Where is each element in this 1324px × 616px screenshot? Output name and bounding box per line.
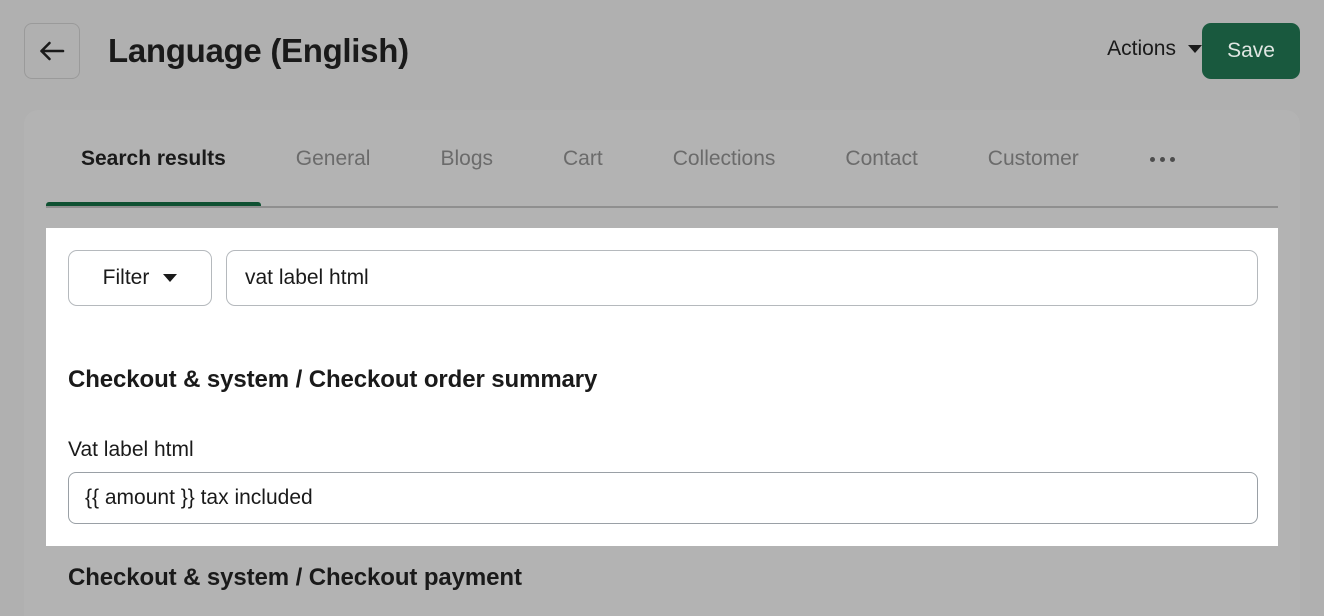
back-button[interactable] xyxy=(24,23,80,79)
actions-button-label: Actions xyxy=(1107,37,1176,60)
chevron-down-icon xyxy=(1188,45,1202,53)
filter-button-label: Filter xyxy=(102,266,150,289)
tab-general[interactable]: General xyxy=(261,110,406,208)
top-bar: Language (English) Actions Save xyxy=(0,0,1324,102)
search-results-panel: Filter Checkout & system / Checkout orde… xyxy=(46,228,1278,546)
tab-bar-divider xyxy=(46,206,1278,208)
actions-button[interactable]: Actions xyxy=(1107,34,1202,64)
tab-contact[interactable]: Contact xyxy=(810,110,952,208)
tab-collections[interactable]: Collections xyxy=(638,110,811,208)
filter-button[interactable]: Filter xyxy=(68,250,212,306)
tab-bar: Search results General Blogs Cart Collec… xyxy=(24,110,1300,208)
tab-search-results[interactable]: Search results xyxy=(46,110,261,208)
tab-customer[interactable]: Customer xyxy=(953,110,1114,208)
translation-field-input[interactable] xyxy=(68,472,1258,524)
dot xyxy=(1169,156,1175,162)
language-editor-card: Search results General Blogs Cart Collec… xyxy=(24,110,1300,616)
translation-field-label: Vat label html xyxy=(68,438,194,461)
dot xyxy=(1159,156,1165,162)
tab-blogs[interactable]: Blogs xyxy=(405,110,528,208)
arrow-left-icon xyxy=(39,40,65,62)
save-button[interactable]: Save xyxy=(1202,23,1300,79)
page-title: Language (English) xyxy=(108,32,409,69)
tab-list: Search results General Blogs Cart Collec… xyxy=(46,110,1211,208)
tab-cart[interactable]: Cart xyxy=(528,110,638,208)
next-result-group-heading: Checkout & system / Checkout payment xyxy=(68,564,522,591)
filter-row: Filter xyxy=(68,250,1258,306)
chevron-down-icon xyxy=(163,274,178,282)
dot xyxy=(1149,156,1155,162)
ellipsis-horizontal-icon[interactable] xyxy=(1114,110,1211,208)
search-input[interactable] xyxy=(226,250,1258,306)
result-group-heading: Checkout & system / Checkout order summa… xyxy=(68,366,598,393)
